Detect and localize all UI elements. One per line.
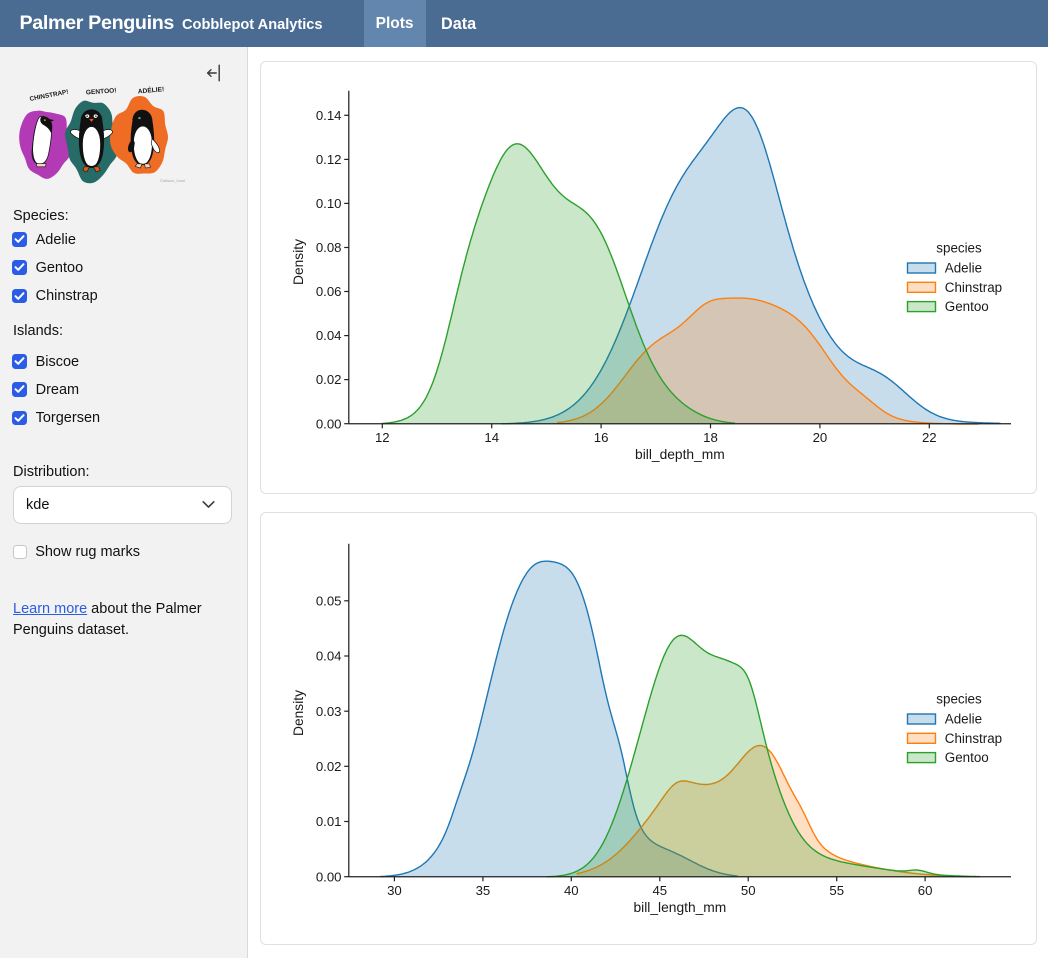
svg-text:0.00: 0.00	[316, 869, 342, 884]
svg-text:Chinstrap: Chinstrap	[945, 280, 1002, 295]
svg-text:ADÉLIE!: ADÉLIE!	[137, 85, 164, 95]
svg-text:0.14: 0.14	[316, 108, 342, 123]
svg-text:20: 20	[813, 430, 828, 445]
svg-text:40: 40	[564, 883, 579, 898]
svg-text:12: 12	[375, 430, 390, 445]
svg-text:0.10: 0.10	[316, 196, 342, 211]
svg-text:Adelie: Adelie	[945, 261, 982, 276]
svg-text:CHINSTRAP!: CHINSTRAP!	[29, 89, 69, 103]
svg-text:0.03: 0.03	[316, 704, 342, 719]
svg-text:0.04: 0.04	[316, 328, 342, 343]
svg-text:Density: Density	[291, 239, 306, 285]
svg-text:species: species	[936, 691, 982, 706]
svg-text:0.02: 0.02	[316, 372, 342, 387]
svg-text:0.12: 0.12	[316, 152, 342, 167]
svg-text:Gentoo: Gentoo	[945, 299, 989, 314]
svg-text:Density: Density	[291, 690, 306, 736]
svg-text:60: 60	[918, 883, 933, 898]
svg-text:bill_length_mm: bill_length_mm	[634, 900, 727, 915]
svg-text:0.06: 0.06	[316, 284, 342, 299]
svg-text:bill_depth_mm: bill_depth_mm	[635, 447, 725, 462]
svg-text:GENTOO!: GENTOO!	[86, 87, 117, 96]
svg-text:0.00: 0.00	[316, 416, 342, 431]
svg-text:22: 22	[922, 430, 937, 445]
svg-text:0.01: 0.01	[316, 814, 342, 829]
svg-text:0.08: 0.08	[316, 240, 342, 255]
svg-text:14: 14	[484, 430, 499, 445]
svg-text:Adelie: Adelie	[945, 712, 982, 727]
svg-text:0.02: 0.02	[316, 759, 342, 774]
svg-text:35: 35	[476, 883, 491, 898]
svg-text:©allison_horst: ©allison_horst	[160, 178, 185, 183]
svg-text:18: 18	[703, 430, 718, 445]
svg-text:50: 50	[741, 883, 756, 898]
svg-text:0.04: 0.04	[316, 649, 342, 664]
svg-text:45: 45	[652, 883, 667, 898]
svg-text:Gentoo: Gentoo	[945, 750, 989, 765]
svg-text:species: species	[936, 240, 982, 255]
svg-text:30: 30	[387, 883, 402, 898]
svg-text:55: 55	[829, 883, 844, 898]
svg-text:16: 16	[594, 430, 609, 445]
svg-text:0.05: 0.05	[316, 593, 342, 608]
svg-text:Chinstrap: Chinstrap	[945, 731, 1002, 746]
